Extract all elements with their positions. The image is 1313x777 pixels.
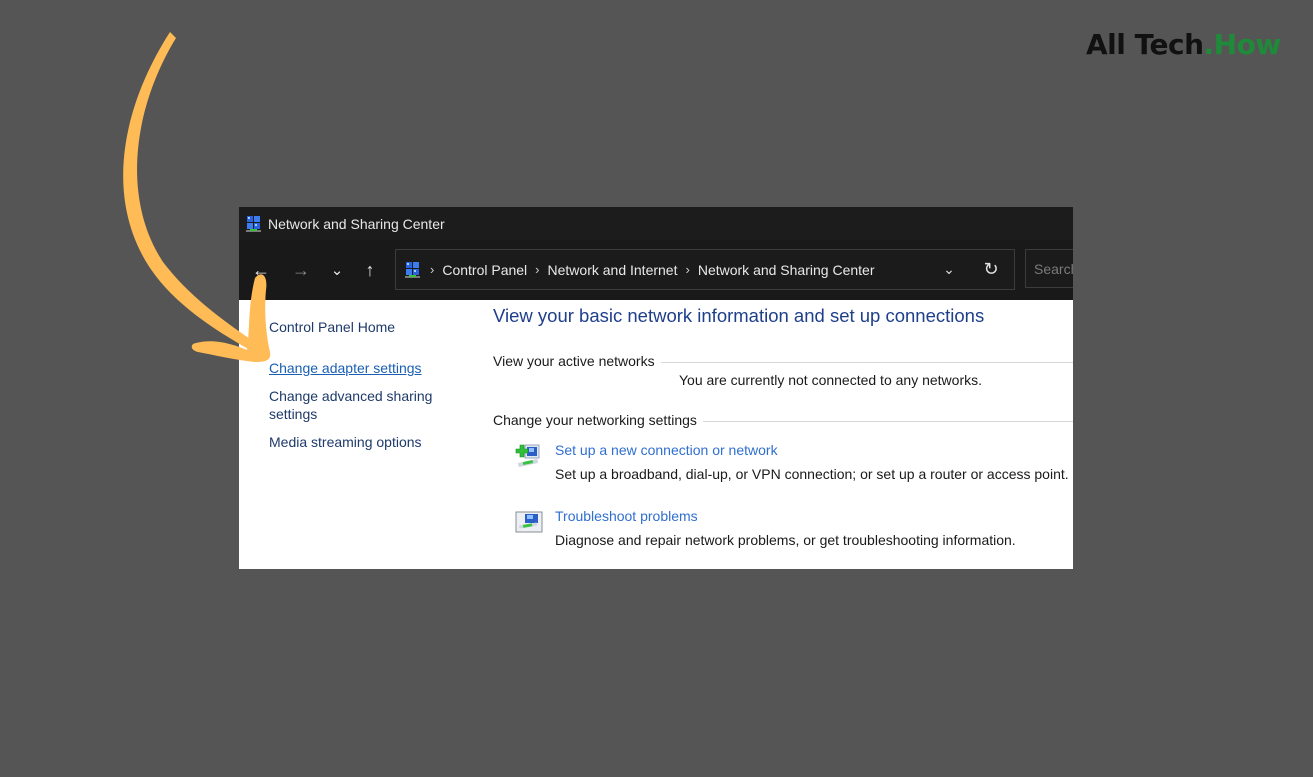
breadcrumb-control-panel[interactable]: Control Panel [442, 262, 527, 278]
refresh-icon: ↻ [983, 259, 999, 279]
brand-name-accent: .How [1203, 28, 1282, 61]
breadcrumb-separator[interactable]: › [535, 262, 539, 277]
search-box[interactable] [1025, 249, 1073, 288]
page-title: View your basic network information and … [493, 305, 985, 326]
address-bar[interactable]: › Control Panel › Network and Internet ›… [395, 249, 1015, 290]
chevron-down-icon: ⌄ [330, 262, 344, 279]
section-heading-label: Change your networking settings [493, 412, 697, 428]
sidebar-item-change-adapter-settings[interactable]: Change adapter settings [269, 359, 422, 377]
connection-status-text: You are currently not connected to any n… [679, 372, 982, 388]
brand-name: All Tech [1086, 28, 1204, 61]
troubleshoot-icon [515, 511, 543, 533]
section-divider [660, 362, 1073, 363]
sidebar-item-media-streaming-options[interactable]: Media streaming options [269, 433, 422, 451]
breadcrumb-network-and-internet[interactable]: Network and Internet [548, 262, 678, 278]
search-input[interactable] [1034, 260, 1073, 277]
section-divider [702, 421, 1073, 422]
forward-button[interactable]: → [287, 256, 315, 284]
back-button[interactable]: ← [247, 256, 275, 284]
arrow-right-icon: → [292, 259, 310, 280]
breadcrumb-network-and-sharing-center[interactable]: Network and Sharing Center [698, 262, 875, 278]
sidebar-item-change-advanced-sharing-settings[interactable]: Change advanced sharing settings [269, 387, 432, 423]
networking-settings-heading: Change your networking settings [493, 412, 1073, 428]
window-title: Network and Sharing Center [268, 215, 445, 232]
arrow-up-icon: ↑ [365, 259, 375, 280]
troubleshoot-problems-description: Diagnose and repair network problems, or… [555, 532, 1016, 548]
sidebar-item-label-line2: settings [269, 406, 318, 422]
chevron-down-icon: ⌄ [943, 261, 955, 277]
sidebar-item-label: Change advanced sharing [269, 388, 433, 404]
brand-logo: All Tech.How [1086, 28, 1281, 61]
address-dropdown-button[interactable]: ⌄ [936, 261, 962, 278]
arrow-left-icon: ← [252, 259, 270, 280]
network-sharing-center-icon [405, 261, 420, 278]
setup-new-connection-description: Set up a broadband, dial-up, or VPN conn… [555, 466, 1069, 482]
content-area: Control Panel Home Change adapter settin… [239, 300, 1073, 569]
up-button[interactable]: ↑ [356, 256, 384, 284]
breadcrumb-separator[interactable]: › [430, 262, 434, 277]
refresh-button[interactable]: ↻ [978, 259, 1004, 280]
network-sharing-center-window: Network and Sharing Center ← → ⌄ ↑ › Con… [239, 207, 1073, 569]
section-heading-label: View your active networks [493, 353, 655, 369]
network-sharing-center-icon [246, 215, 261, 232]
active-networks-heading: View your active networks [493, 353, 1073, 369]
sidebar-item-control-panel-home[interactable]: Control Panel Home [269, 318, 395, 336]
new-connection-icon [515, 444, 540, 467]
recent-locations-button[interactable]: ⌄ [323, 256, 351, 284]
arrow-shaft [123, 32, 257, 350]
setup-new-connection-link[interactable]: Set up a new connection or network [555, 442, 778, 458]
navigation-bar: ← → ⌄ ↑ › Control Panel › Network and In… [239, 240, 1073, 300]
troubleshoot-problems-link[interactable]: Troubleshoot problems [555, 508, 698, 524]
title-bar: Network and Sharing Center [239, 207, 1073, 240]
breadcrumb-separator[interactable]: › [685, 262, 689, 277]
